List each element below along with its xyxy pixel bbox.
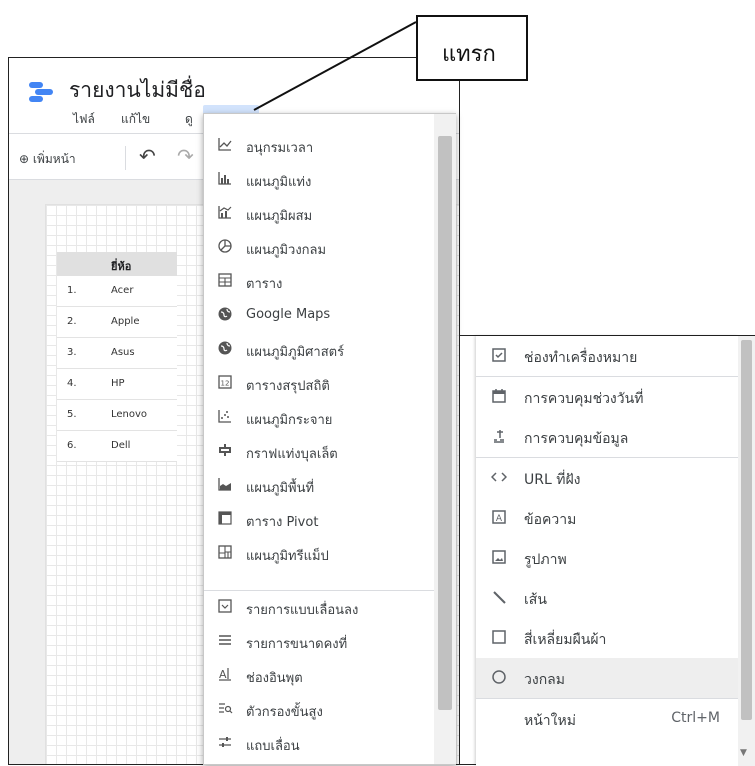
- menu-item-label: แผนภูมิภูมิศาสตร์: [246, 345, 345, 360]
- dropdown-scroll-thumb[interactable]: [438, 136, 452, 710]
- insert-panel-list[interactable]: ช่องทำเครื่องหมาย การควบคุมช่วงวันที่ กา…: [476, 336, 738, 766]
- menu-item-timeseries[interactable]: อนุกรมเวลา: [204, 128, 434, 162]
- menu-item-label: แผนภูมิวงกลม: [246, 243, 327, 258]
- combo-chart-icon: [216, 204, 234, 222]
- menu-item-label: แผนภูมิพื้นที่: [246, 481, 315, 496]
- menu-item-label: ตาราง: [246, 277, 283, 292]
- menu-item-bullet-chart[interactable]: กราฟแท่งบุลเล็ต: [204, 434, 434, 468]
- bullet-chart-icon: [216, 442, 234, 460]
- image-icon: [490, 549, 508, 567]
- menu-item-rectangle[interactable]: สี่เหลี่ยมผืนผ้า: [476, 618, 738, 658]
- menu-item-table[interactable]: ตาราง: [204, 264, 434, 298]
- menu-item-label: ตัวกรองขั้นสูง: [246, 705, 323, 720]
- svg-text:12: 12: [221, 380, 230, 388]
- menu-item-line[interactable]: เส้น: [476, 578, 738, 618]
- menu-item-scatter-chart[interactable]: แผนภูมิกระจาย: [204, 400, 434, 434]
- table-icon: [216, 272, 234, 290]
- menu-item-label: รูปภาพ: [524, 552, 567, 568]
- menu-item-date-range[interactable]: การควบคุมช่วงวันที่: [476, 377, 738, 417]
- menu-item-scorecard[interactable]: 12 ตารางสรุปสถิติ: [204, 366, 434, 400]
- menu-item-checkbox[interactable]: ช่องทำเครื่องหมาย: [476, 336, 738, 376]
- menu-item-area-chart[interactable]: แผนภูมิพื้นที่: [204, 468, 434, 502]
- panel-scroll-thumb[interactable]: [741, 340, 752, 720]
- menu-item-label: วงกลม: [524, 672, 565, 688]
- scatter-chart-icon: [216, 408, 234, 426]
- menu-item-treemap[interactable]: แผนภูมิทรีแม็ป: [204, 536, 434, 570]
- new-page-shortcut: Ctrl+M: [671, 710, 720, 726]
- menu-item-label: การควบคุมข้อมูล: [524, 431, 629, 447]
- menu-item-label: แผนภูมิทรีแม็ป: [246, 549, 329, 564]
- timeseries-chart-icon: [216, 136, 234, 154]
- advanced-filter-icon: [216, 700, 234, 718]
- rectangle-icon: [490, 629, 508, 647]
- checkbox-icon: [490, 347, 508, 365]
- menu-item-embed-url[interactable]: URL ที่ฝัง: [476, 458, 738, 498]
- menu-item-label: ตารางสรุปสถิติ: [246, 379, 330, 394]
- insert-panel-lower[interactable]: ช่องทำเครื่องหมาย การควบคุมช่วงวันที่ กา…: [459, 335, 755, 766]
- menu-item-circle[interactable]: วงกลม: [476, 658, 738, 698]
- menu-item-pie-chart[interactable]: แผนภูมิวงกลม: [204, 230, 434, 264]
- callout-label: แทรก: [442, 42, 496, 67]
- menu-item-fixed-size-list[interactable]: รายการขนาดคงที่: [204, 624, 434, 658]
- svg-text:A: A: [496, 514, 503, 524]
- menu-item-input-box[interactable]: A ช่องอินพุต: [204, 658, 434, 692]
- menu-item-label: รายการแบบเลื่อนลง: [246, 603, 359, 618]
- menu-item-label: สี่เหลี่ยมผืนผ้า: [524, 632, 607, 648]
- menu-item-label: ตาราง Pivot: [246, 515, 319, 530]
- fixed-size-list-icon: [216, 632, 234, 650]
- menu-item-label: แผนภูมิกระจาย: [246, 413, 333, 428]
- menu-item-label: รายการขนาดคงที่: [246, 637, 348, 652]
- treemap-icon: [216, 544, 234, 562]
- menu-item-label: เส้น: [524, 592, 547, 608]
- menu-item-bar-chart[interactable]: แผนภูมิแท่ง: [204, 162, 434, 196]
- svg-text:A: A: [219, 668, 227, 681]
- menu-item-label: ช่องอินพุต: [246, 671, 303, 686]
- input-box-icon: A: [216, 666, 234, 684]
- menu-item-label: แถบเลื่อน: [246, 739, 300, 754]
- menu-item-label: แผนภูมิแท่ง: [246, 175, 312, 190]
- menu-item-label: Google Maps: [246, 307, 331, 322]
- circle-icon: [490, 669, 508, 687]
- menu-item-label: กราฟแท่งบุลเล็ต: [246, 447, 338, 462]
- google-maps-icon: [216, 306, 234, 324]
- menu-item-advanced-filter[interactable]: ตัวกรองขั้นสูง: [204, 692, 434, 726]
- menu-item-label: การควบคุมช่วงวันที่: [524, 391, 644, 407]
- scorecard-icon: 12: [216, 374, 234, 392]
- calendar-icon: [490, 388, 508, 406]
- dropdown-list-icon: [216, 598, 234, 616]
- menu-item-label: อนุกรมเวลา: [246, 141, 314, 156]
- geo-chart-icon: [216, 340, 234, 358]
- menu-item-slider[interactable]: แถบเลื่อน: [204, 726, 434, 760]
- menu-item-combo-chart[interactable]: แผนภูมิผสม: [204, 196, 434, 230]
- menu-item-label: แผนภูมิผสม: [246, 209, 313, 224]
- menu-item-image[interactable]: รูปภาพ: [476, 538, 738, 578]
- embed-code-icon: [490, 469, 508, 487]
- menu-item-google-maps[interactable]: Google Maps: [204, 298, 434, 332]
- pie-chart-icon: [216, 238, 234, 256]
- menu-item-dropdown-list[interactable]: รายการแบบเลื่อนลง: [204, 590, 434, 624]
- text-box-icon: A: [490, 509, 508, 527]
- menu-item-label: ช่องทำเครื่องหมาย: [524, 350, 638, 366]
- slider-icon: [216, 734, 234, 752]
- callout-box: แทรก: [416, 15, 528, 81]
- menu-item-pivot-table[interactable]: ตาราง Pivot: [204, 502, 434, 536]
- data-control-icon: [490, 428, 508, 446]
- scroll-down-icon[interactable]: ▼: [740, 748, 747, 758]
- menu-item-new-page[interactable]: หน้าใหม่ Ctrl+M: [476, 699, 738, 739]
- menu-item-geo-chart[interactable]: แผนภูมิภูมิศาสตร์: [204, 332, 434, 366]
- menu-item-label: ข้อความ: [524, 512, 577, 528]
- pivot-table-icon: [216, 510, 234, 528]
- menu-item-label: URL ที่ฝัง: [524, 472, 581, 488]
- menu-item-data-control[interactable]: การควบคุมข้อมูล: [476, 417, 738, 457]
- menu-item-label: หน้าใหม่: [524, 713, 576, 729]
- menu-item-text[interactable]: A ข้อความ: [476, 498, 738, 538]
- line-icon: [490, 589, 508, 607]
- area-chart-icon: [216, 476, 234, 494]
- insert-dropdown-menu[interactable]: อนุกรมเวลา แผนภูมิแท่ง แผนภูมิผสม แผนภูม…: [203, 113, 456, 765]
- bar-chart-icon: [216, 170, 234, 188]
